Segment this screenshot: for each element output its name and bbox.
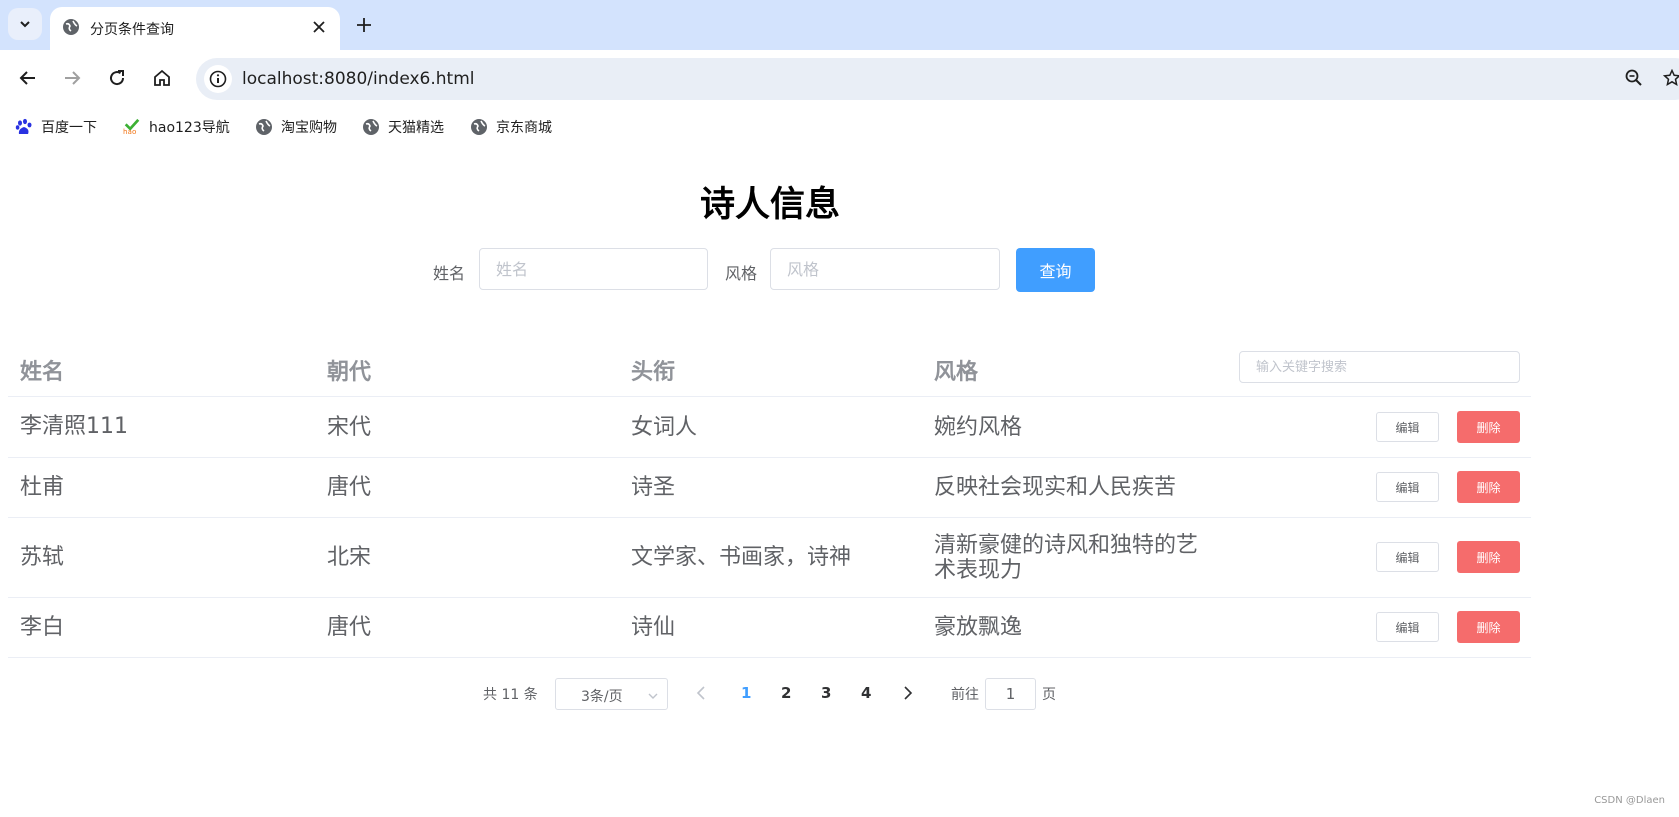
delete-button[interactable]: 删除 [1457, 611, 1520, 643]
edit-button[interactable]: 编辑 [1376, 612, 1439, 642]
page-number-1[interactable]: 1 [741, 684, 751, 702]
name-input[interactable] [479, 248, 708, 290]
table-divider [8, 457, 1531, 458]
zoom-out-icon [1625, 69, 1642, 86]
zoom-button[interactable] [1622, 66, 1646, 90]
page-number-4[interactable]: 4 [861, 684, 871, 702]
edit-button[interactable]: 编辑 [1376, 472, 1439, 502]
arrow-left-icon [19, 71, 35, 85]
cell-style: 婉约风格 [934, 415, 1023, 440]
svg-text:hao: hao [123, 127, 136, 136]
site-info-icon[interactable] [204, 65, 232, 93]
chevron-down-icon [647, 687, 659, 706]
page-title: 诗人信息 [699, 185, 840, 225]
url-text: localhost:8080/index6.html [242, 69, 475, 89]
column-header-dynasty: 朝代 [327, 360, 372, 385]
delete-button[interactable]: 删除 [1457, 471, 1520, 503]
bookmark-label: 京东商城 [496, 120, 552, 136]
bookmark-label: 天猫精选 [388, 120, 444, 136]
home-button[interactable] [150, 66, 174, 90]
cell-name: 杜甫 [20, 475, 65, 500]
table-divider [8, 396, 1531, 397]
bookmark-star-button[interactable] [1660, 66, 1679, 90]
page-number-2[interactable]: 2 [781, 684, 791, 702]
bookmark-label: hao123导航 [149, 120, 230, 136]
delete-button[interactable]: 删除 [1457, 541, 1520, 573]
cell-dynasty: 唐代 [327, 475, 372, 500]
bookmark-label: 淘宝购物 [281, 120, 337, 136]
goto-label: 前往 [951, 687, 979, 703]
cell-title: 诗仙 [631, 615, 676, 640]
plus-icon [357, 18, 371, 32]
style-label: 风格 [725, 264, 758, 283]
active-tab[interactable]: 分页条件查询 [50, 7, 340, 50]
table-divider [8, 657, 1531, 658]
chevron-left-icon [696, 686, 705, 700]
bookmark-hao123[interactable]: hao hao123导航 [123, 117, 230, 137]
name-label: 姓名 [433, 264, 466, 283]
page-size-value: 3条/页 [581, 689, 623, 705]
globe-icon [255, 118, 273, 136]
chevron-down-icon [20, 21, 30, 28]
globe-icon [362, 118, 380, 136]
cell-dynasty: 唐代 [327, 615, 372, 640]
column-header-name: 姓名 [20, 360, 65, 385]
page-number-3[interactable]: 3 [821, 684, 831, 702]
hao123-icon: hao [123, 118, 141, 136]
globe-icon [470, 118, 488, 136]
bookmark-label: 百度一下 [41, 120, 97, 136]
home-icon [154, 69, 170, 86]
bookmark-baidu[interactable]: 百度一下 [15, 117, 97, 137]
cell-name: 李白 [20, 615, 65, 640]
forward-button[interactable] [60, 66, 84, 90]
cell-dynasty: 宋代 [327, 415, 372, 440]
delete-button[interactable]: 删除 [1457, 411, 1520, 443]
cell-style-line-1: 清新豪健的诗风和独特的艺 [934, 533, 1199, 558]
pagination-total: 共 11 条 [483, 687, 538, 703]
cell-title: 文学家、书画家，诗神 [631, 545, 852, 570]
cell-style: 豪放飘逸 [934, 615, 1023, 640]
cell-name: 李清照111 [20, 414, 128, 439]
tab-search-button[interactable] [8, 8, 42, 40]
baidu-paw-icon [15, 118, 33, 136]
cell-style-line-2: 术表现力 [934, 558, 1023, 583]
page-size-select[interactable]: 3条/页 [555, 678, 668, 710]
reload-icon [110, 70, 125, 86]
reload-button[interactable] [105, 66, 129, 90]
close-tab-icon[interactable] [310, 18, 328, 36]
goto-suffix: 页 [1042, 687, 1056, 703]
bookmark-jd[interactable]: 京东商城 [470, 117, 552, 137]
cell-title: 女词人 [631, 415, 698, 440]
cell-title: 诗圣 [631, 475, 676, 500]
chevron-right-icon [904, 686, 913, 700]
back-button[interactable] [16, 66, 40, 90]
column-header-style: 风格 [934, 360, 979, 385]
query-button[interactable]: 查询 [1016, 248, 1095, 292]
style-input[interactable] [770, 248, 1000, 290]
edit-button[interactable]: 编辑 [1376, 412, 1439, 442]
star-icon [1663, 69, 1679, 87]
cell-style: 反映社会现实和人民疾苦 [934, 475, 1177, 500]
prev-page-button[interactable] [694, 684, 708, 702]
table-keyword-search-input[interactable] [1239, 351, 1520, 383]
next-page-button[interactable] [901, 684, 915, 702]
arrow-right-icon [65, 71, 81, 85]
table-divider [8, 597, 1531, 598]
new-tab-button[interactable] [352, 13, 376, 37]
cell-dynasty: 北宋 [327, 545, 372, 570]
bookmarks-bar [0, 108, 1679, 144]
watermark: CSDN @Dlaen [1594, 795, 1665, 806]
bookmark-tmall[interactable]: 天猫精选 [362, 117, 444, 137]
tab-title: 分页条件查询 [90, 22, 174, 38]
edit-button[interactable]: 编辑 [1376, 542, 1439, 572]
table-divider [8, 517, 1531, 518]
goto-page-input[interactable] [985, 678, 1036, 710]
bookmark-taobao[interactable]: 淘宝购物 [255, 117, 337, 137]
column-header-title: 头衔 [631, 360, 676, 385]
address-bar[interactable]: localhost:8080/index6.html [196, 58, 1679, 100]
globe-icon [62, 18, 80, 40]
cell-name: 苏轼 [20, 545, 65, 570]
